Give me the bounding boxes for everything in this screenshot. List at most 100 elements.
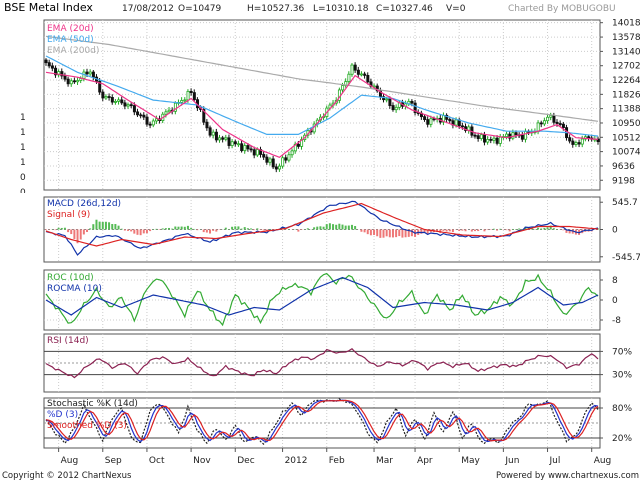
legend-entry: RSI (14d) <box>47 336 89 346</box>
macd-histogram-bar <box>86 230 88 233</box>
candle-body <box>493 138 495 140</box>
candle-body <box>130 105 132 106</box>
price-pane: BSE Metal Index17/08/2012O=10479H=10527.… <box>0 0 640 193</box>
macd-histogram-bar <box>73 230 75 239</box>
candle-body <box>499 137 501 143</box>
macd-histogram-bar <box>181 227 183 230</box>
candle-body <box>285 158 287 160</box>
candle-body <box>140 115 142 116</box>
candle-body <box>386 99 388 100</box>
copyright-text: Copyright © 2012 ChartNexus <box>2 471 132 480</box>
macd-histogram-bar <box>540 228 542 229</box>
candle-body <box>278 166 280 169</box>
y-tick-label: 30% <box>612 371 632 381</box>
candle-body <box>483 135 485 142</box>
candle-body <box>92 72 94 77</box>
roc-pane: 80-8ROC (10d)ROCMA (10) <box>0 268 640 332</box>
candle-body <box>250 149 252 150</box>
candle-body <box>449 119 451 120</box>
legend-entry: %D (3) <box>47 410 78 420</box>
macd-histogram-bar <box>458 230 460 232</box>
macd-histogram-bar <box>471 230 473 232</box>
macd-histogram-bar <box>155 229 157 230</box>
y-tick-label: 9636 <box>612 162 635 172</box>
legend-entry: MACD (26d,12d) <box>47 199 121 209</box>
candle-body <box>234 142 236 144</box>
candle-body <box>231 142 233 146</box>
chart-title: BSE Metal Index <box>4 1 93 14</box>
macd-histogram-bar <box>234 226 236 229</box>
y-tick-label: 12264 <box>612 76 640 86</box>
candle-body <box>588 137 590 138</box>
macd-histogram-bar <box>133 230 135 234</box>
macd-histogram-bar <box>446 230 448 232</box>
candle-body <box>389 99 391 106</box>
macd-histogram-bar <box>474 230 476 232</box>
macd-histogram-bar <box>127 230 129 231</box>
candle-body <box>364 74 366 75</box>
candle-body <box>430 119 432 125</box>
macd-histogram-bar <box>111 224 113 229</box>
y-tick-label: 8 <box>612 276 618 286</box>
macd-histogram-bar <box>351 225 353 230</box>
macd-histogram-bar <box>114 224 116 229</box>
x-tick-label: Jul <box>549 456 561 466</box>
macd-histogram-bar <box>543 228 545 230</box>
macd-histogram-bar <box>398 230 400 237</box>
candle-body <box>581 139 583 144</box>
macd-histogram-bar <box>215 230 217 232</box>
macd-histogram-bar <box>256 228 258 229</box>
candle-body <box>155 119 157 121</box>
macd-histogram-bar <box>297 230 299 232</box>
rsi-chart: 70%30%RSI (14d) <box>0 332 640 394</box>
candle-body <box>461 126 463 127</box>
macd-histogram-bar <box>99 222 101 230</box>
legend-entry: EMA (200d) <box>47 46 99 56</box>
candle-body <box>569 138 571 141</box>
candle-body <box>521 135 523 139</box>
candle-body <box>102 92 104 98</box>
candle-body <box>424 117 426 120</box>
macd-histogram-bar <box>386 230 388 237</box>
candle-body <box>547 117 549 120</box>
macd-histogram-bar <box>329 223 331 229</box>
candle-body <box>244 146 246 151</box>
macd-histogram-bar <box>70 230 72 235</box>
macd-histogram-bar <box>149 230 151 232</box>
candle-body <box>515 133 517 135</box>
macd-histogram-bar <box>67 230 69 233</box>
macd-histogram-bar <box>89 228 91 229</box>
candle-body <box>215 132 217 140</box>
candle-body <box>127 105 129 106</box>
candle-body <box>89 72 91 74</box>
y-tick-label: -8 <box>612 316 621 326</box>
macd-histogram-bar <box>483 230 485 232</box>
candle-body <box>291 151 293 155</box>
candle-body <box>354 65 356 70</box>
candle-body <box>524 131 526 139</box>
macd-histogram-bar <box>95 220 97 230</box>
candle-body <box>269 159 271 162</box>
macd-histogram-bar <box>477 230 479 232</box>
macd-histogram-bar <box>383 230 385 238</box>
candle-body <box>348 74 350 81</box>
macd-histogram-bar <box>512 229 514 230</box>
macd-histogram-bar <box>212 230 214 231</box>
macd-histogram-bar <box>237 226 239 229</box>
macd-histogram-bar <box>105 222 107 230</box>
macd-chart: 545.70-545.7MACD (26d,12d)Signal (9) <box>0 194 640 264</box>
legend-entry: Signal (9) <box>47 210 90 220</box>
macd-histogram-bar <box>313 227 315 229</box>
macd-histogram-bar <box>307 228 309 229</box>
candle-body <box>241 144 243 151</box>
macd-histogram-bar <box>58 228 60 230</box>
left-axis-label: 0 <box>20 173 26 183</box>
macd-histogram-bar <box>206 230 208 233</box>
candle-body <box>209 128 211 135</box>
y-tick-label: 10074 <box>612 148 640 158</box>
y-tick-label: 0 <box>612 226 618 236</box>
ohlc-readout: H=10527.36 <box>247 4 305 14</box>
x-tick-label: Dec <box>237 456 254 466</box>
legend-entry: Stochastic %K (14d) <box>47 399 138 409</box>
macd-histogram-bar <box>146 230 148 234</box>
